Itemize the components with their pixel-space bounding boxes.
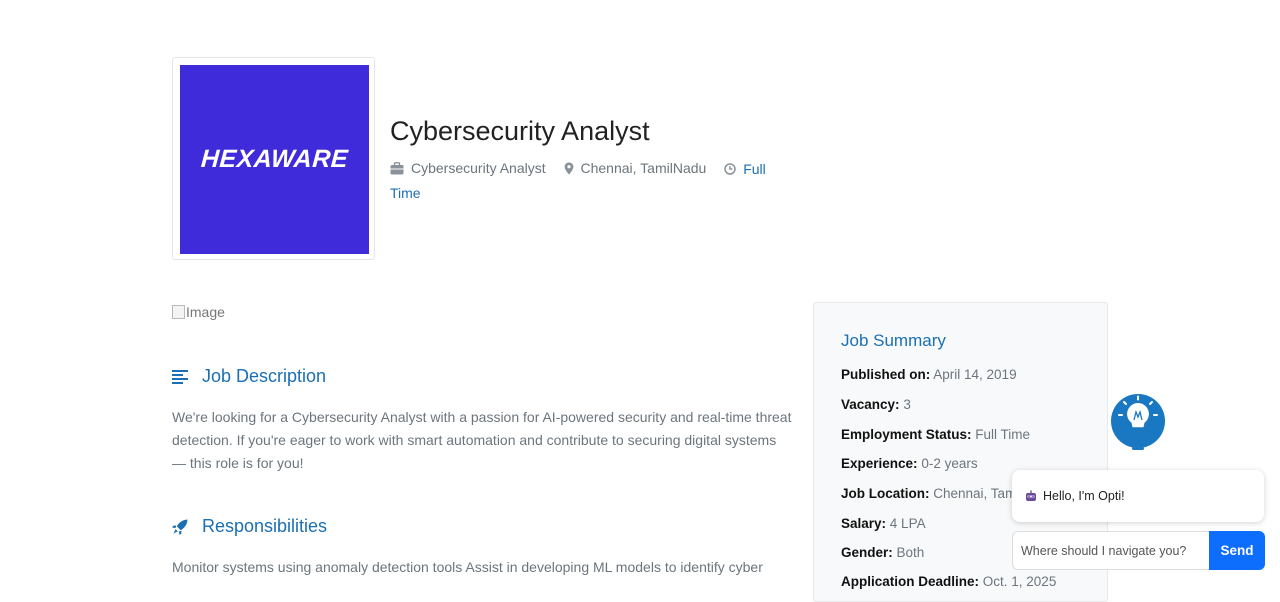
job-description-heading: Job Description	[172, 366, 326, 387]
job-description-title: Job Description	[202, 366, 327, 386]
responsibilities-title: Responsibilities	[202, 516, 328, 536]
summary-row-experience: Experience: 0-2 years	[841, 456, 978, 471]
company-logo-card: HEXAWARE	[172, 57, 375, 260]
job-type[interactable]: Full	[724, 158, 766, 181]
align-left-icon	[172, 369, 188, 384]
chatbot-greeting-text: Hello, I'm Opti!	[1043, 489, 1125, 503]
lightbulb-chat-icon[interactable]	[1110, 393, 1166, 455]
job-description-text: We're looking for a Cybersecurity Analys…	[172, 409, 792, 471]
clock-icon	[724, 163, 736, 175]
robot-icon	[1025, 490, 1037, 502]
summary-row-salary: Salary: 4 LPA	[841, 516, 926, 531]
responsibilities-heading: Responsibilities	[172, 516, 327, 537]
job-title: Cybersecurity Analyst	[390, 116, 650, 146]
rocket-icon	[172, 519, 188, 535]
job-meta: Cybersecurity Analyst Chennai, TamilNadu…	[390, 157, 780, 205]
company-logo: HEXAWARE	[180, 65, 369, 254]
job-location-text: Chennai, TamilNadu	[580, 160, 707, 176]
broken-image-alt: Image	[186, 304, 225, 320]
job-category: Cybersecurity Analyst	[390, 157, 546, 180]
job-location: Chennai, TamilNadu	[564, 157, 707, 180]
company-logo-text: HEXAWARE	[200, 145, 350, 173]
summary-row-location: Job Location: Chennai, Tami	[841, 486, 1020, 501]
broken-image-icon	[172, 305, 185, 319]
job-type-text[interactable]: Full	[743, 158, 766, 181]
summary-row-vacancy: Vacancy: 3	[841, 397, 911, 412]
summary-row-employment-status: Employment Status: Full Time	[841, 427, 1031, 442]
chatbot-input-row: Send	[1012, 531, 1265, 570]
summary-row-deadline: Application Deadline: Oct. 1, 2025	[841, 574, 1057, 589]
summary-row-published: Published on: April 14, 2019	[841, 367, 1017, 382]
summary-row-gender: Gender: Both	[841, 545, 925, 560]
responsibilities-text: Monitor systems using anomaly detection …	[172, 559, 763, 575]
chatbot-input[interactable]	[1012, 531, 1209, 570]
job-category-text: Cybersecurity Analyst	[411, 160, 546, 176]
job-summary-title: Job Summary	[841, 331, 946, 350]
job-type-text-cont[interactable]: Time	[390, 185, 421, 201]
broken-image: Image	[172, 304, 225, 320]
map-marker-icon	[564, 162, 574, 175]
chatbot-send-button[interactable]: Send	[1209, 531, 1265, 570]
briefcase-icon	[390, 162, 404, 175]
chatbot-greeting-bubble: Hello, I'm Opti!	[1012, 470, 1264, 522]
